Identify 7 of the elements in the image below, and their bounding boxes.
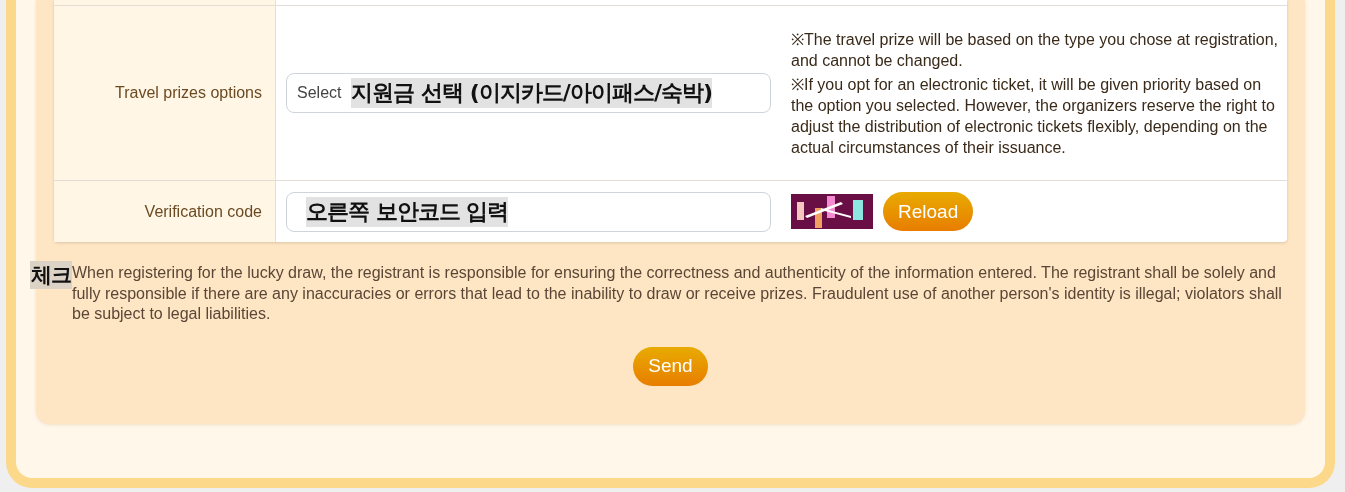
input-field[interactable]: 오른쪽 보안코드 입력: [286, 191, 771, 232]
field-label: Verification code: [54, 181, 276, 242]
field-label: Travel prizes options: [54, 6, 276, 180]
check-label[interactable]: 체크: [30, 261, 72, 289]
select-field[interactable]: Select 지원금 선택 (이지카드/아이패스/숙박): [286, 73, 771, 113]
note-text: ※The travel prize will be based on the type you chose at registration, and cannot be changed. ※If you opt for an electronic ticket, it will be given priority based on the option you selected. However, the organizers reserve the right to adjust the distribution of electronic tickets flexibly, depending on the actual circumstances of their issuance.: [791, 30, 1280, 158]
agreement-text: When registering for the lucky draw, the registrant is responsible for ensuring the correctness and authenticity of the information entered. The registrant shall be solely and fully responsible if there are any inaccuracies or errors that lead to the inability to draw or receive prizes. Fraudulent use of another person's identity is illegal; violators shall be subject to legal liabilities.: [72, 263, 1283, 324]
